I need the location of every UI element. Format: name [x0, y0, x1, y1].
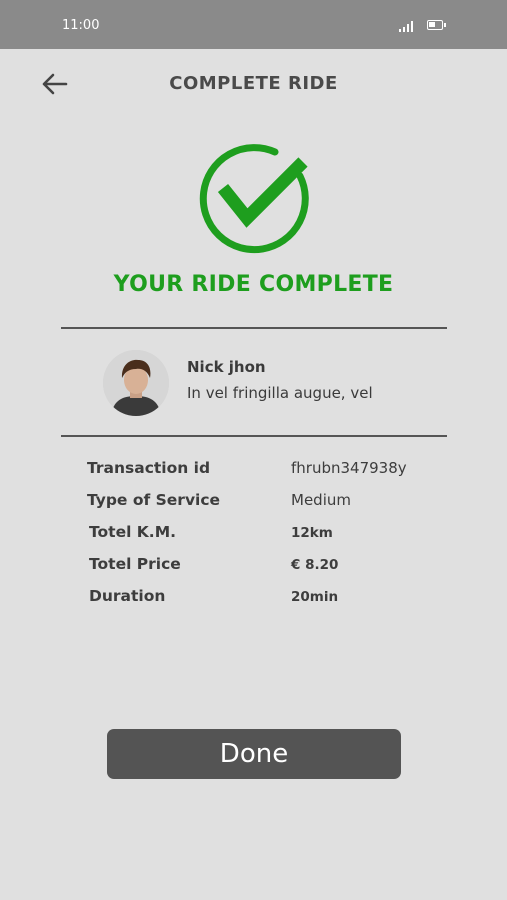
detail-label: Totel Price: [89, 555, 181, 573]
status-time: 11:00: [62, 18, 100, 33]
detail-value: € 8.20: [291, 557, 339, 573]
driver-description: In vel fringilla augue, vel: [187, 384, 373, 402]
battery-icon: [427, 20, 446, 30]
detail-row-distance: Totel K.M. 12km: [0, 523, 507, 547]
page-title: COMPLETE RIDE: [169, 73, 338, 94]
detail-value: 12km: [291, 525, 333, 541]
detail-label: Type of Service: [87, 491, 221, 509]
detail-label: Transaction id: [87, 459, 211, 477]
detail-value: Medium: [291, 491, 351, 509]
detail-row-transaction: Transaction id fhrubn347938y: [0, 459, 507, 483]
divider-bottom: [61, 435, 447, 437]
detail-row-duration: Duration 20min: [0, 587, 507, 611]
detail-value: fhrubn347938y: [291, 459, 407, 477]
detail-row-price: Totel Price € 8.20: [0, 555, 507, 579]
done-button[interactable]: Done: [107, 729, 401, 779]
detail-value: 20min: [291, 589, 339, 605]
ride-complete-title: YOUR RIDE COMPLETE: [113, 272, 394, 297]
status-bar: 11:00: [0, 0, 507, 49]
avatar: [103, 350, 169, 416]
detail-label: Duration: [89, 587, 166, 605]
detail-label: Totel K.M.: [89, 523, 177, 541]
detail-row-service: Type of Service Medium: [0, 491, 507, 515]
check-circle-icon: [197, 140, 312, 255]
divider-top: [61, 327, 447, 329]
signal-icon: [399, 20, 415, 32]
driver-name: Nick jhon: [187, 358, 266, 376]
